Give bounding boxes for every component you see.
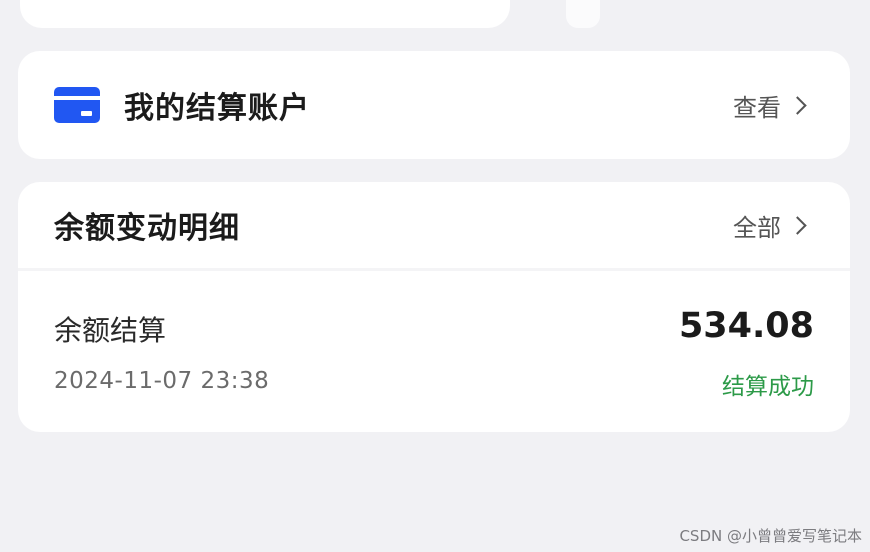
view-account-link[interactable]: 查看	[733, 88, 807, 123]
entry-amount: 534.08	[678, 306, 814, 346]
balance-changes-header[interactable]: 余额变动明细 全部	[18, 182, 850, 268]
view-account-label: 查看	[733, 93, 781, 122]
settlement-account-card[interactable]: 我的结算账户 查看	[18, 51, 850, 159]
card-icon-stripe	[54, 96, 100, 100]
balance-changes-card: 余额变动明细 全部 余额结算 2024-11-07 23:38 534.08 结…	[18, 182, 850, 432]
top-card-partial	[20, 0, 510, 28]
entry-status: 结算成功	[722, 374, 814, 400]
card-icon-chip	[81, 111, 92, 116]
view-all-link[interactable]: 全部	[733, 208, 807, 243]
chevron-right-icon	[788, 215, 807, 235]
settlement-account-row[interactable]: 我的结算账户 查看	[18, 51, 850, 159]
chevron-right-icon	[788, 95, 807, 115]
settlement-account-title: 我的结算账户	[124, 91, 310, 126]
entry-name: 余额结算	[54, 314, 167, 347]
page: 我的结算账户 查看 余额变动明细 全部 余额结算 2024-11-07 23:3…	[0, 0, 870, 552]
watermark: CSDN @小曾曾爱写笔记本	[679, 527, 862, 545]
balance-changes-title: 余额变动明细	[54, 211, 240, 246]
divider	[18, 268, 850, 271]
card-icon	[54, 87, 100, 123]
entry-time: 2024-11-07 23:38	[54, 368, 270, 394]
view-all-label: 全部	[733, 213, 781, 242]
top-card-partial-secondary	[566, 0, 600, 28]
